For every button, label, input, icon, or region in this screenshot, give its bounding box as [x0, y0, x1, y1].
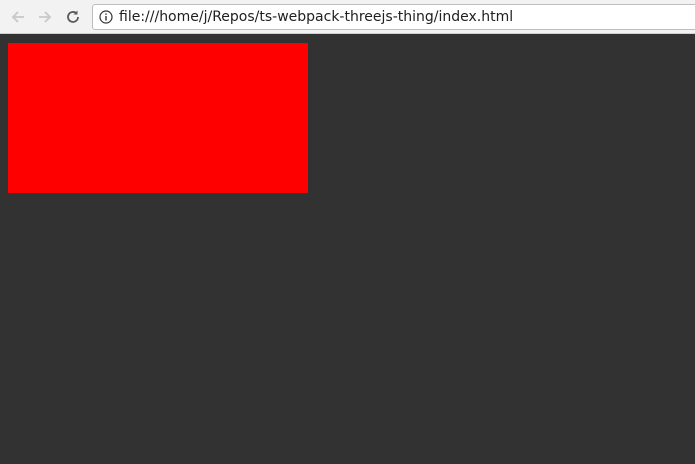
reload-icon	[67, 10, 79, 23]
arrow-right-icon	[39, 11, 52, 23]
address-bar[interactable]: file:///home/j/Repos/ts-webpack-threejs-…	[92, 4, 695, 30]
url-text[interactable]: file:///home/j/Repos/ts-webpack-threejs-…	[119, 8, 513, 26]
browser-toolbar: file:///home/j/Repos/ts-webpack-threejs-…	[0, 0, 695, 34]
forward-button[interactable]	[34, 6, 56, 28]
back-button[interactable]	[7, 6, 29, 28]
arrow-left-icon	[11, 11, 24, 23]
reload-button[interactable]	[62, 6, 84, 28]
page-viewport	[0, 34, 695, 464]
info-icon[interactable]	[99, 10, 113, 24]
threejs-canvas[interactable]	[8, 43, 308, 193]
